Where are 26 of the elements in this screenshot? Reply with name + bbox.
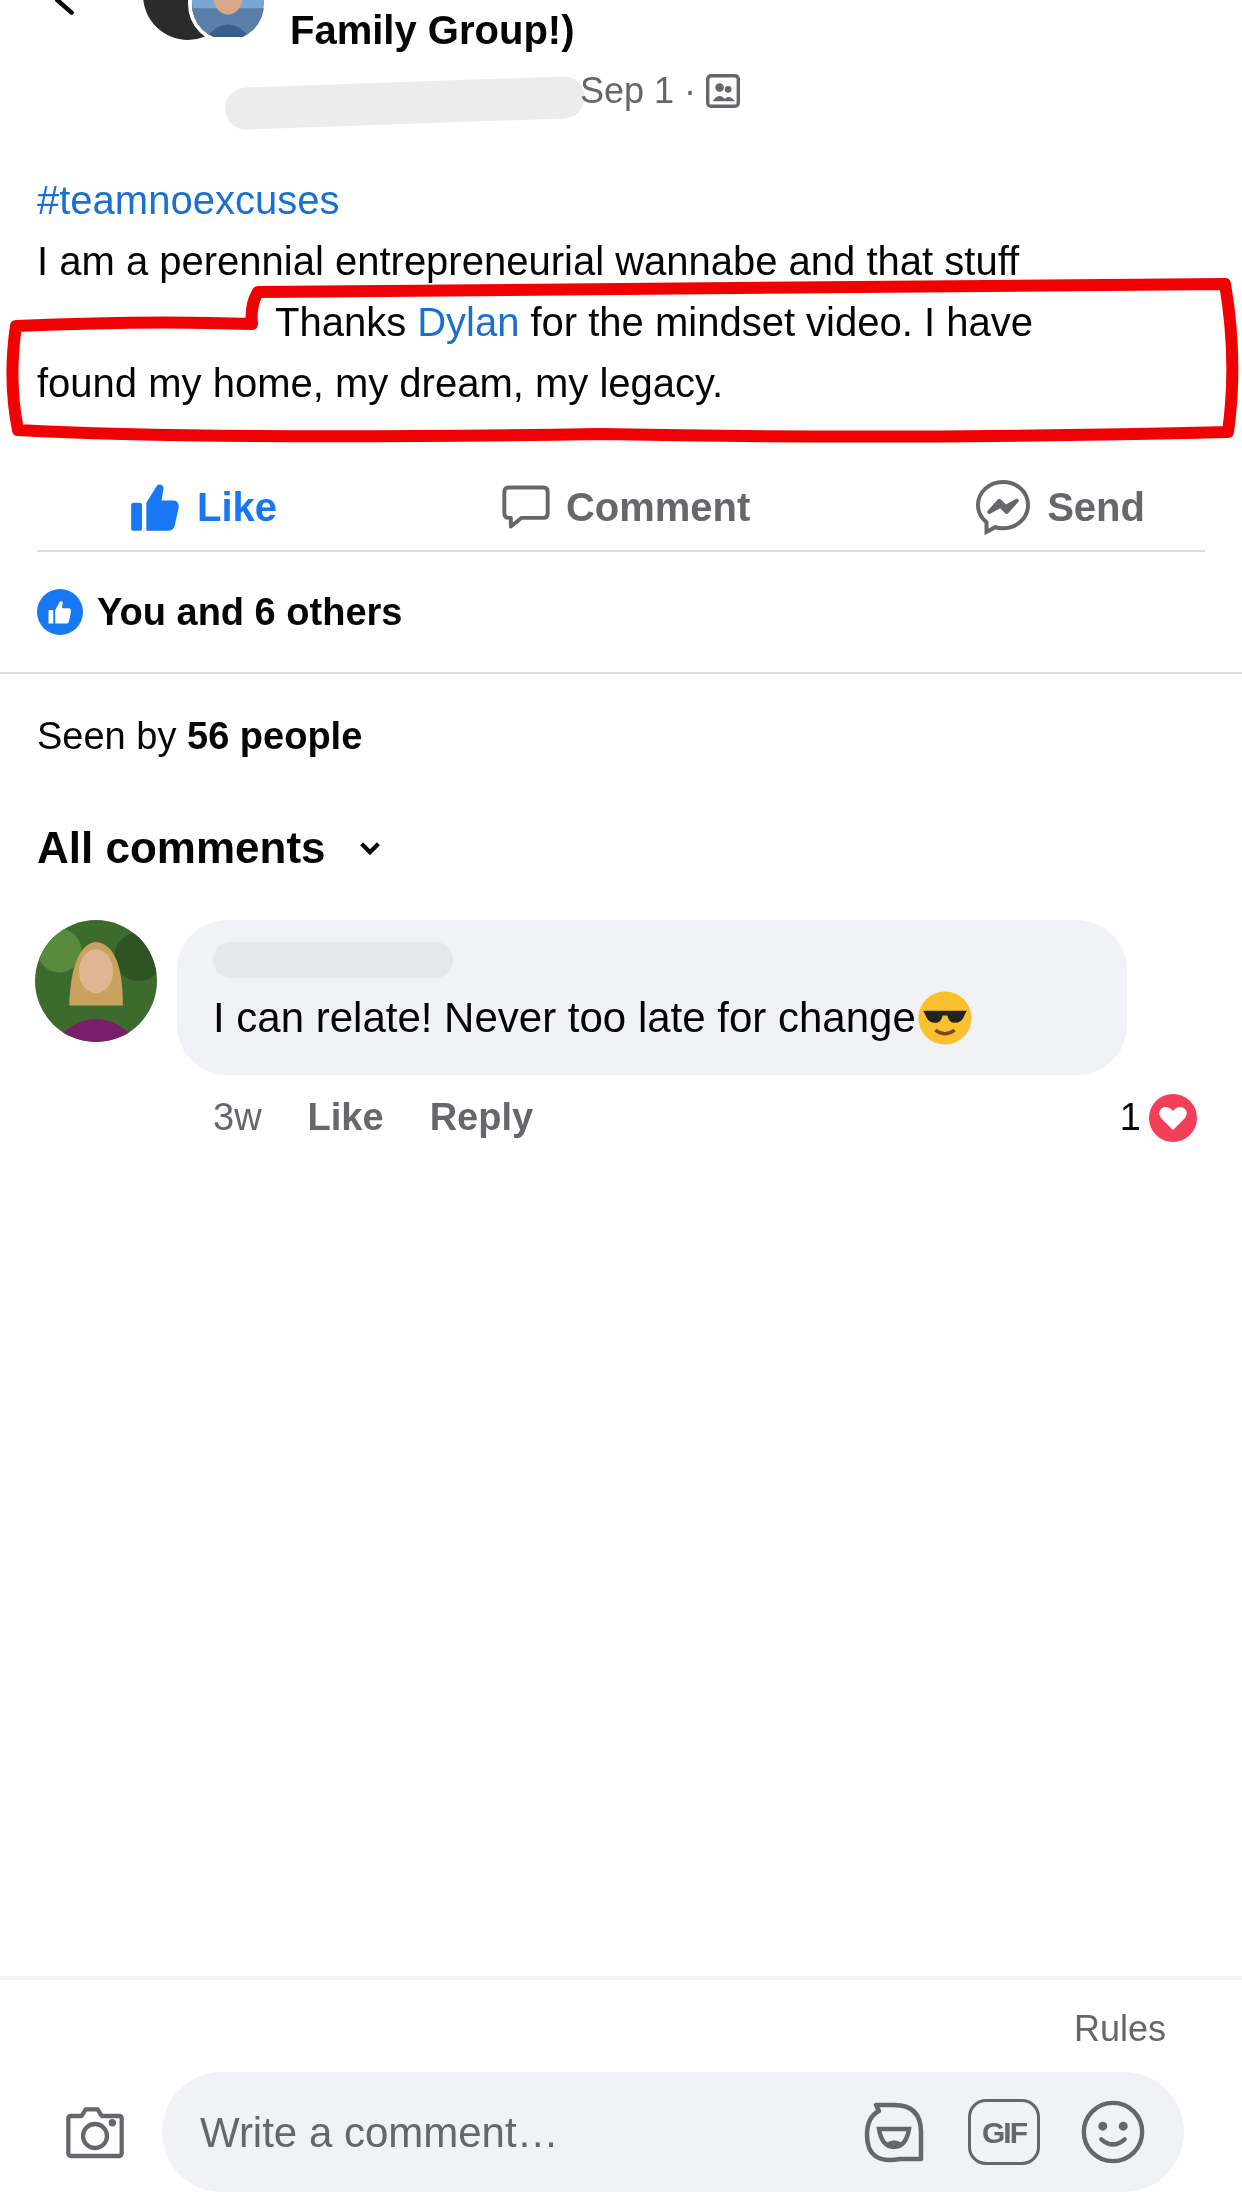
mention-link[interactable]: Dylan [417, 292, 520, 353]
send-button[interactable]: Send [973, 477, 1145, 537]
like-button[interactable]: Like [127, 477, 278, 537]
comment-text: I can relate! Never too late for change [213, 993, 916, 1043]
comment-reply-link[interactable]: Reply [429, 1089, 534, 1146]
gif-button[interactable]: GIF [968, 2099, 1040, 2165]
comments-filter[interactable]: All comments [37, 808, 384, 888]
rules-link[interactable]: Rules [1073, 2002, 1166, 2056]
post-text: found my home, my dream, my legacy. [37, 360, 725, 407]
post-text: I am a perennial entrepreneurial wannabe and that stuff [37, 238, 1021, 285]
post-text: for the mindset video. I have [530, 299, 1033, 346]
group-title: Family Group!) [290, 7, 575, 54]
comment-input[interactable]: Write a comment… GIF [162, 2072, 1184, 2192]
comment-button[interactable]: Comment [499, 477, 751, 537]
reactions-summary[interactable]: You and 6 others [97, 583, 403, 641]
heart-reaction-icon [1149, 1093, 1197, 1142]
comment-time: 3w [213, 1095, 262, 1140]
post-text: Thanks [275, 299, 407, 346]
post-date: Sep 1 · [580, 69, 697, 113]
reaction-count: 1 [1119, 1095, 1141, 1140]
sunglasses-face-icon [915, 988, 974, 1047]
hashtag-link[interactable]: #teamnoexcuses [37, 170, 1205, 231]
like-reaction-icon [37, 589, 83, 635]
seen-by-text: Seen by 56 people [37, 713, 363, 759]
group-icon [706, 74, 741, 108]
comment-like-link[interactable]: Like [307, 1089, 384, 1146]
